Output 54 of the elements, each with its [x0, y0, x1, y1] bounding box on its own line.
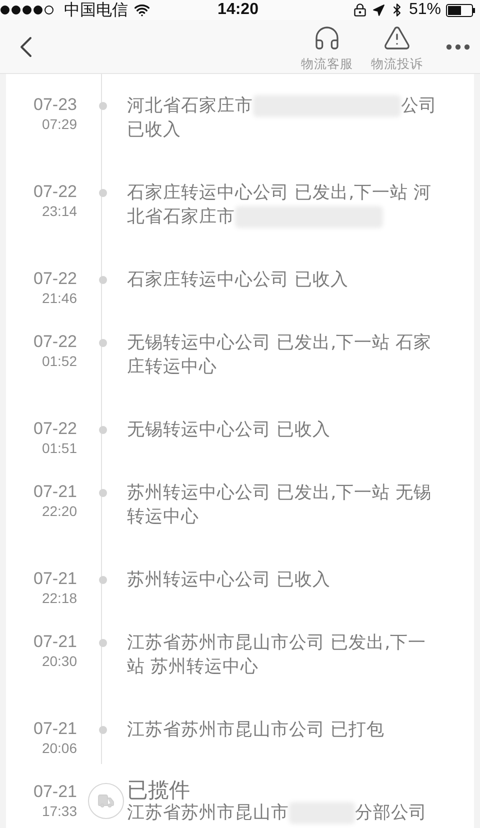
event-description: 石家庄转运中心公司 已收入 — [127, 269, 350, 292]
event-description: 苏州转运中心公司 已发出,下一站 无锡转运中心 — [127, 482, 433, 529]
more-button[interactable] — [446, 44, 470, 50]
battery-percent: 51% — [408, 1, 442, 19]
event-description: 无锡转运中心公司 已收入 — [127, 419, 332, 442]
timeline-dot — [99, 189, 107, 197]
event-date: 07-21 — [34, 781, 77, 803]
event-time: 01:51 — [42, 440, 77, 456]
event-time: 22:18 — [42, 590, 77, 606]
event-date: 07-22 — [34, 181, 77, 203]
timeline-dot — [99, 489, 107, 497]
timeline-dot — [99, 726, 107, 734]
event-date: 07-21 — [34, 631, 77, 653]
event-description: 江苏省苏州市昆山市 分部公司 — [127, 801, 428, 825]
event-description: 石家庄转运中心公司 已发出,下一站 河北省石家庄市 — [127, 182, 433, 229]
lock-icon — [352, 3, 367, 17]
more-icon — [446, 44, 470, 50]
event-description: 河北省石家庄市 公司已收入 — [127, 94, 438, 142]
event-date: 07-21 — [34, 718, 77, 740]
event-time: 23:14 — [42, 203, 77, 219]
nav-action-button[interactable]: 物流投诉 — [362, 20, 432, 73]
event-description: 江苏省苏州市昆山市公司 已打包 — [127, 719, 386, 742]
event-description: 江苏省苏州市昆山市公司 已发出,下一站 苏州转运中心 — [127, 632, 428, 679]
carrier-name: 中国电信 — [64, 0, 128, 20]
timeline-dot — [99, 639, 107, 647]
event-time: 20:30 — [42, 653, 77, 669]
event-date: 07-22 — [34, 418, 77, 440]
status-time: 14:20 — [218, 1, 258, 19]
event-status: 已揽件 — [127, 779, 191, 801]
timeline-dot — [99, 576, 107, 584]
event-description: 苏州转运中心公司 已收入 — [127, 569, 332, 592]
event-time: 17:33 — [42, 803, 77, 819]
event-time: 20:06 — [42, 740, 77, 756]
event-time: 22:20 — [42, 503, 77, 519]
event-time: 21:46 — [42, 290, 77, 306]
timeline-dot — [99, 276, 107, 284]
event-date: 07-23 — [34, 94, 77, 116]
truck-icon — [97, 792, 115, 810]
battery-icon — [446, 4, 476, 16]
warning-icon — [383, 24, 411, 52]
timeline-dot — [99, 339, 107, 347]
timeline-dot — [99, 102, 107, 110]
headset-icon — [313, 24, 341, 52]
event-date: 07-21 — [34, 568, 77, 590]
event-date: 07-22 — [34, 268, 77, 290]
event-time: 01:52 — [42, 353, 77, 369]
event-description: 无锡转运中心公司 已发出,下一站 石家庄转运中心 — [127, 332, 433, 379]
nav-action-button[interactable]: 物流客服 — [292, 20, 362, 73]
location-icon — [372, 4, 385, 16]
event-time: 07:29 — [42, 116, 77, 132]
event-date: 07-21 — [34, 481, 77, 503]
wifi-icon — [134, 2, 150, 18]
event-date: 07-22 — [34, 331, 77, 353]
timeline-dot — [99, 426, 107, 434]
